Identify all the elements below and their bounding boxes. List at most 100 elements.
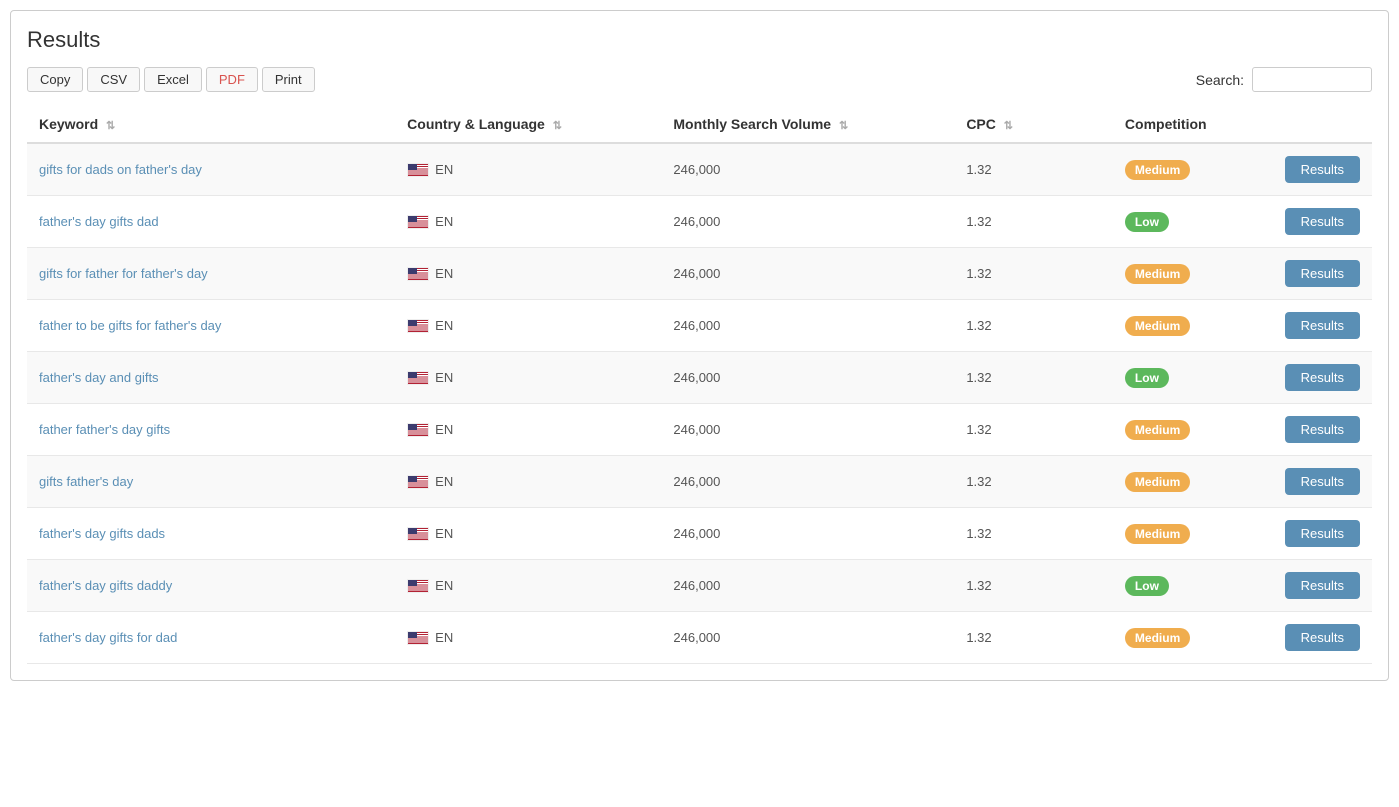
excel-button[interactable]: Excel [144, 67, 202, 92]
competition-cell: Medium [1113, 248, 1273, 300]
page-title: Results [27, 27, 1372, 53]
volume-cell: 246,000 [661, 196, 954, 248]
country-cell: EN [395, 404, 661, 456]
cpc-cell: 1.32 [954, 196, 1113, 248]
keyword-cell: father's day gifts dad [27, 196, 395, 248]
country-cell: EN [395, 560, 661, 612]
action-cell: Results [1273, 404, 1372, 456]
sort-icon-keyword: ⇅ [106, 119, 115, 132]
results-button[interactable]: Results [1285, 520, 1360, 547]
csv-button[interactable]: CSV [87, 67, 140, 92]
action-cell: Results [1273, 300, 1372, 352]
cpc-cell: 1.32 [954, 143, 1113, 196]
table-row: gifts for father for father's dayEN246,0… [27, 248, 1372, 300]
results-button[interactable]: Results [1285, 312, 1360, 339]
competition-badge: Medium [1125, 628, 1190, 648]
col-header-competition: Competition [1113, 106, 1273, 143]
keyword-cell: father father's day gifts [27, 404, 395, 456]
competition-cell: Low [1113, 560, 1273, 612]
action-cell: Results [1273, 248, 1372, 300]
country-cell: EN [395, 352, 661, 404]
keyword-cell: father's day and gifts [27, 352, 395, 404]
col-header-keyword: Keyword ⇅ [27, 106, 395, 143]
table-row: father's day gifts dad EN 246,0001.32 Low Re… [27, 196, 1372, 248]
results-button[interactable]: Results [1285, 260, 1360, 287]
competition-badge: Low [1125, 212, 1169, 232]
competition-badge: Low [1125, 576, 1169, 596]
action-cell: Results [1273, 456, 1372, 508]
language-label: EN [435, 526, 453, 541]
competition-cell: Medium [1113, 404, 1273, 456]
sort-icon-volume: ⇅ [839, 119, 848, 132]
action-cell: Results [1273, 560, 1372, 612]
country-cell: EN [395, 612, 661, 664]
keyword-cell: father's day gifts dads [27, 508, 395, 560]
flag-icon [407, 475, 429, 489]
col-header-country: Country & Language ⇅ [395, 106, 661, 143]
language-label: EN [435, 370, 453, 385]
cpc-cell: 1.32 [954, 560, 1113, 612]
results-button[interactable]: Results [1285, 468, 1360, 495]
results-button[interactable]: Results [1285, 624, 1360, 651]
sort-icon-cpc: ⇅ [1004, 119, 1013, 132]
toolbar-right: Search: [1196, 67, 1372, 92]
action-cell: Results [1273, 508, 1372, 560]
competition-badge: Low [1125, 368, 1169, 388]
volume-cell: 246,000 [661, 352, 954, 404]
flag-icon [407, 371, 429, 385]
action-cell: Results [1273, 143, 1372, 196]
results-button[interactable]: Results [1285, 364, 1360, 391]
flag-icon [407, 215, 429, 229]
language-label: EN [435, 578, 453, 593]
volume-cell: 246,000 [661, 143, 954, 196]
volume-cell: 246,000 [661, 456, 954, 508]
toolbar: Copy CSV Excel PDF Print Search: [27, 67, 1372, 92]
results-button[interactable]: Results [1285, 572, 1360, 599]
col-header-volume: Monthly Search Volume ⇅ [661, 106, 954, 143]
volume-cell: 246,000 [661, 612, 954, 664]
competition-badge: Medium [1125, 264, 1190, 284]
competition-badge: Medium [1125, 420, 1190, 440]
competition-cell: Medium [1113, 143, 1273, 196]
results-button[interactable]: Results [1285, 208, 1360, 235]
col-header-action [1273, 106, 1372, 143]
flag-icon [407, 319, 429, 333]
results-button[interactable]: Results [1285, 156, 1360, 183]
competition-badge: Medium [1125, 316, 1190, 336]
table-row: father's day gifts for dadEN246,0001.32M… [27, 612, 1372, 664]
keyword-cell: gifts for dads on father's day [27, 143, 395, 196]
volume-cell: 246,000 [661, 300, 954, 352]
table-row: father to be gifts for father's day EN 246… [27, 300, 1372, 352]
keyword-cell: father to be gifts for father's day [27, 300, 395, 352]
country-cell: EN [395, 508, 661, 560]
table-row: gifts father's dayEN246,0001.32MediumRes… [27, 456, 1372, 508]
toolbar-left: Copy CSV Excel PDF Print [27, 67, 315, 92]
table-row: father's day and giftsEN246,0001.32LowRe… [27, 352, 1372, 404]
competition-cell: Medium [1113, 612, 1273, 664]
print-button[interactable]: Print [262, 67, 315, 92]
results-button[interactable]: Results [1285, 416, 1360, 443]
competition-badge: Medium [1125, 160, 1190, 180]
language-label: EN [435, 630, 453, 645]
search-label: Search: [1196, 72, 1244, 88]
flag-icon [407, 423, 429, 437]
language-label: EN [435, 214, 453, 229]
action-cell: Results [1273, 352, 1372, 404]
competition-cell: Low [1113, 196, 1273, 248]
pdf-button[interactable]: PDF [206, 67, 258, 92]
keyword-cell: gifts for father for father's day [27, 248, 395, 300]
competition-cell: Medium [1113, 300, 1273, 352]
flag-icon [407, 267, 429, 281]
copy-button[interactable]: Copy [27, 67, 83, 92]
cpc-cell: 1.32 [954, 456, 1113, 508]
volume-cell: 246,000 [661, 560, 954, 612]
competition-badge: Medium [1125, 472, 1190, 492]
competition-cell: Medium [1113, 508, 1273, 560]
cpc-cell: 1.32 [954, 508, 1113, 560]
col-header-cpc: CPC ⇅ [954, 106, 1113, 143]
language-label: EN [435, 318, 453, 333]
search-input[interactable] [1252, 67, 1372, 92]
flag-icon [407, 631, 429, 645]
language-label: EN [435, 266, 453, 281]
language-label: EN [435, 422, 453, 437]
